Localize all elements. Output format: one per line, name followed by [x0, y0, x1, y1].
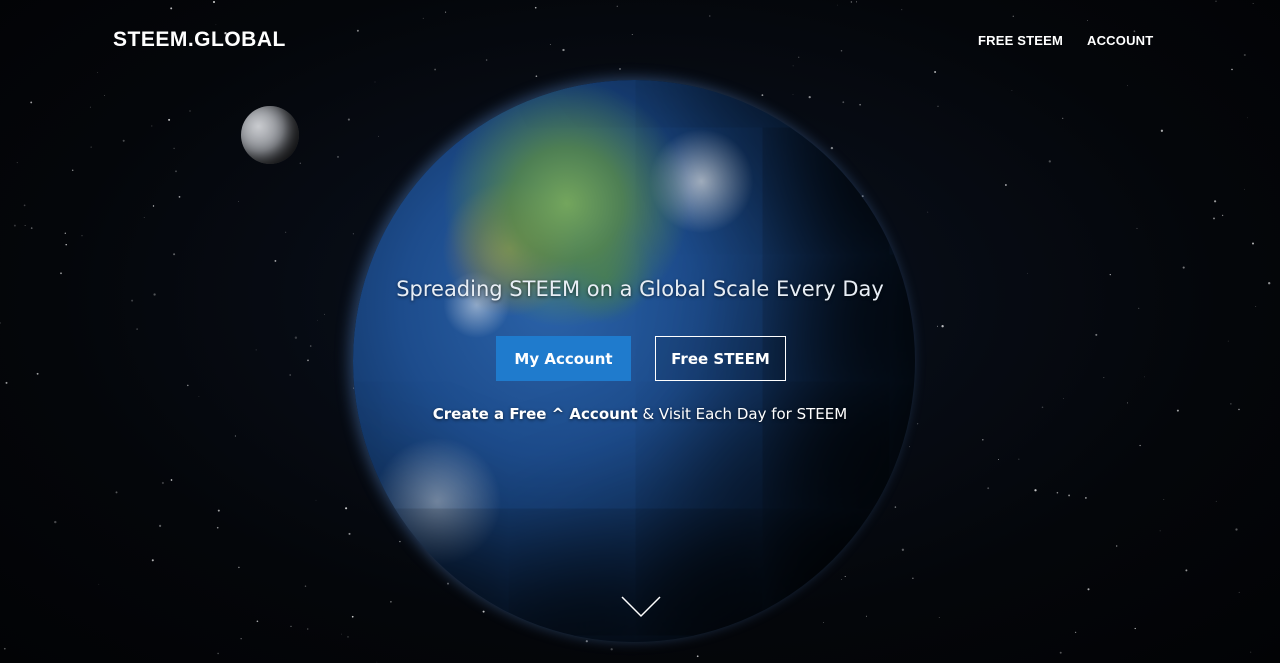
hero-section: Spreading STEEM on a Global Scale Every … — [0, 0, 1280, 663]
chevron-down-icon[interactable] — [621, 596, 661, 618]
my-account-button[interactable]: My Account — [496, 336, 631, 381]
hero-tagline: Spreading STEEM on a Global Scale Every … — [396, 277, 884, 301]
subline-bold-text: Create a Free ^ Account — [432, 405, 638, 423]
subline-text: & Visit Each Day for STEEM — [637, 405, 848, 423]
free-steem-button[interactable]: Free STEEM — [655, 336, 786, 381]
hero-subline: Create a Free ^ Account & Visit Each Day… — [0, 405, 1280, 423]
